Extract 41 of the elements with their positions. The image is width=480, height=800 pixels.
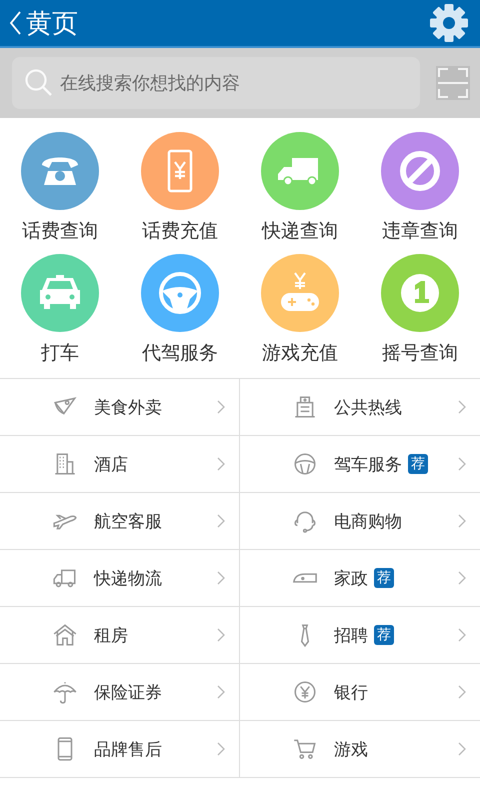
category-row[interactable]: 航空客服 — [0, 493, 240, 550]
recommended-badge: 荐 — [374, 568, 394, 588]
chevron-right-icon — [458, 742, 466, 756]
recommended-badge: 荐 — [374, 625, 394, 645]
service-shortcut[interactable]: 话费查询 — [0, 132, 120, 244]
chevron-right-icon — [458, 400, 466, 414]
steering-wheel-icon — [292, 451, 318, 477]
house-icon — [52, 622, 78, 648]
recommended-badge: 荐 — [408, 454, 428, 474]
category-row[interactable]: 美食外卖 — [0, 379, 240, 436]
yen-coin-icon — [292, 679, 318, 705]
category-row[interactable]: 保险证券 — [0, 664, 240, 721]
service-shortcut[interactable]: 快递查询 — [240, 132, 360, 244]
chevron-right-icon — [217, 457, 225, 471]
iron-icon — [292, 573, 318, 583]
chevron-right-icon — [458, 457, 466, 471]
chevron-right-icon — [217, 514, 225, 528]
search-field[interactable]: 在线搜索你想找的内容 — [12, 57, 420, 109]
service-shortcut[interactable]: 代驾服务 — [120, 254, 240, 366]
chevron-right-icon — [458, 685, 466, 699]
chevron-right-icon — [217, 742, 225, 756]
category-row[interactable]: 品牌售后 — [0, 721, 240, 778]
search-icon — [24, 68, 54, 98]
category-row[interactable]: 租房 — [0, 607, 240, 664]
service-shortcut[interactable]: 游戏充值 — [240, 254, 360, 366]
chevron-right-icon — [217, 571, 225, 585]
page-title: 黄页 — [26, 8, 78, 40]
chevron-right-icon — [217, 628, 225, 642]
chevron-right-icon — [458, 514, 466, 528]
category-row[interactable]: 快递物流 — [0, 550, 240, 607]
service-shortcut[interactable]: 打车 — [0, 254, 120, 366]
chevron-right-icon — [217, 685, 225, 699]
settings-icon[interactable] — [430, 4, 468, 42]
chevron-right-icon — [458, 571, 466, 585]
category-row[interactable]: 酒店 — [0, 436, 240, 493]
service-shortcut[interactable]: 违章查询 — [360, 132, 480, 244]
back-icon[interactable] — [8, 10, 22, 36]
chevron-right-icon — [217, 400, 225, 414]
service-shortcut[interactable]: 摇号查询 — [360, 254, 480, 366]
chevron-right-icon — [458, 628, 466, 642]
service-shortcut[interactable]: 话费充值 — [120, 132, 240, 244]
